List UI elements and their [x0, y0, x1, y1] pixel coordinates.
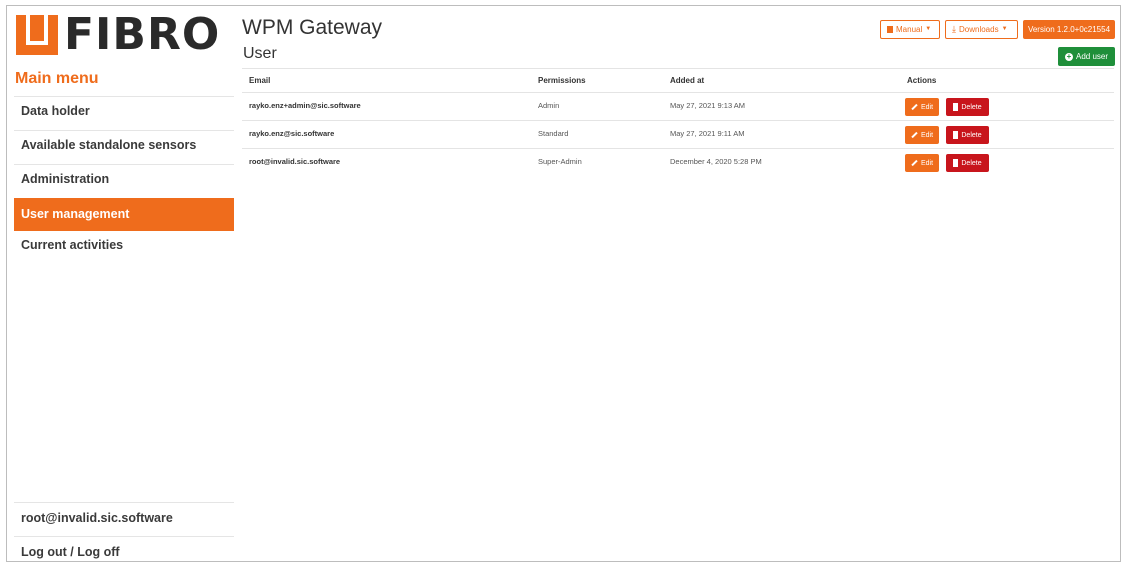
pencil-icon: [911, 103, 918, 111]
trash-icon: [953, 159, 959, 167]
fibro-logo-icon: [16, 15, 58, 55]
row-added-at: May 27, 2021 9:11 AM: [670, 129, 745, 138]
row-added-at: May 27, 2021 9:13 AM: [670, 101, 746, 110]
delete-label: Delete: [961, 159, 982, 167]
row-email: rayko.enz@sic.software: [249, 129, 335, 138]
row-added-at: December 4, 2020 5:28 PM: [670, 157, 762, 166]
row-permissions: Standard: [538, 129, 569, 138]
row-email: root@invalid.sic.software: [249, 157, 341, 166]
app-frame: [6, 5, 1121, 562]
delete-label: Delete: [961, 103, 982, 111]
sidebar-item-administration[interactable]: Administration: [14, 163, 234, 196]
trash-icon: [953, 131, 959, 139]
caret-down-icon: ▼: [925, 26, 932, 32]
edit-button[interactable]: Edit: [905, 98, 939, 116]
downloads-dropdown-button[interactable]: ⤓ Downloads ▼: [945, 20, 1018, 39]
table-divider: [242, 92, 1114, 93]
edit-label: Edit: [920, 131, 934, 139]
add-user-button[interactable]: + Add user: [1058, 47, 1115, 66]
edit-button[interactable]: Edit: [905, 126, 939, 144]
manual-label: Manual: [896, 25, 923, 34]
app-title: WPM Gateway: [242, 16, 383, 39]
row-permissions: Super-Admin: [538, 157, 582, 166]
delete-label: Delete: [961, 131, 982, 139]
row-permissions: Admin: [538, 101, 560, 110]
download-icon: ⤓: [952, 24, 956, 34]
caret-down-icon: ▼: [1001, 26, 1008, 32]
table-divider: [242, 68, 1114, 69]
plus-circle-icon: +: [1064, 51, 1073, 61]
table-divider: [242, 148, 1114, 149]
column-header-added-at: Added at: [670, 76, 705, 85]
sidebar-item-user-management[interactable]: User management: [14, 198, 234, 231]
column-header-email: Email: [249, 76, 271, 85]
edit-label: Edit: [920, 159, 934, 167]
fibro-logo: FIBRO: [16, 9, 221, 60]
delete-button[interactable]: Delete: [946, 154, 989, 172]
sidebar-item-data-holder[interactable]: Data holder: [14, 95, 234, 128]
sidebar-item-standalone-sensors[interactable]: Available standalone sensors: [14, 129, 234, 162]
row-email: rayko.enz+admin@sic.software: [249, 101, 361, 110]
edit-button[interactable]: Edit: [905, 154, 939, 172]
pencil-icon: [911, 159, 918, 167]
sidebar-user-email: root@invalid.sic.software: [21, 511, 173, 525]
pencil-icon: [911, 131, 918, 139]
delete-button[interactable]: Delete: [946, 98, 989, 116]
trash-icon: [953, 103, 959, 111]
sidebar-item-current-activities[interactable]: Current activities: [14, 229, 234, 262]
downloads-label: Downloads: [958, 25, 999, 34]
add-user-label: Add user: [1075, 52, 1109, 61]
book-icon: [887, 26, 893, 33]
page-title: User: [243, 45, 277, 62]
delete-button[interactable]: Delete: [946, 126, 989, 144]
manual-dropdown-button[interactable]: Manual ▼: [880, 20, 940, 39]
table-divider: [242, 120, 1114, 121]
main-menu-title: Main menu: [15, 70, 99, 87]
edit-label: Edit: [920, 103, 934, 111]
logout-link[interactable]: Log out / Log off: [14, 536, 234, 569]
column-header-permissions: Permissions: [538, 76, 586, 85]
version-badge: Version 1.2.0+0c21554: [1023, 20, 1115, 39]
column-header-actions: Actions: [907, 76, 937, 85]
logo-text: FIBRO: [64, 9, 221, 60]
